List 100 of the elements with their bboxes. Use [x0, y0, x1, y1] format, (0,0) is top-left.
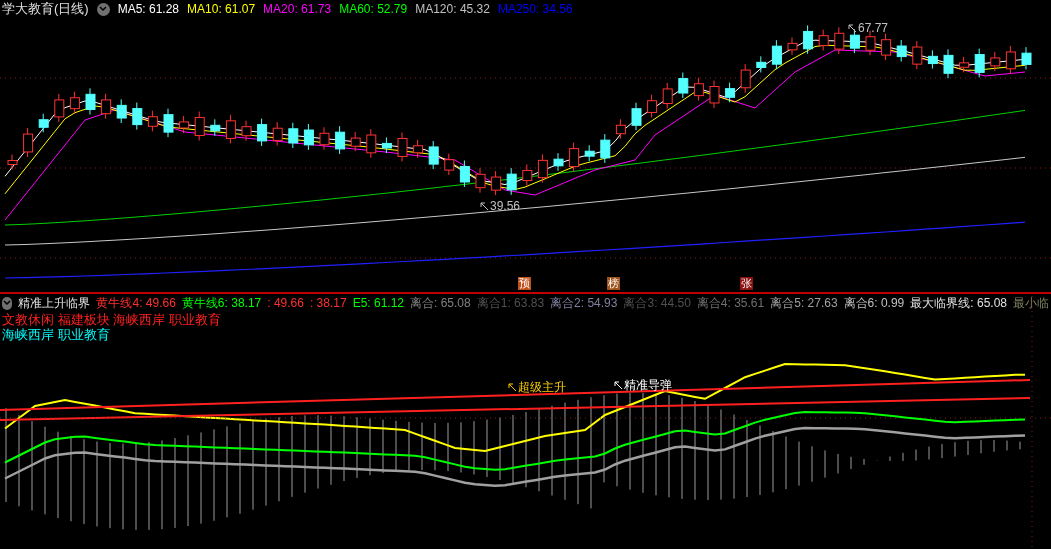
indicator-legend-item: 最大临界线: 65.08 — [910, 295, 1007, 311]
indicator-legend-item: 离合: 65.08 — [410, 295, 471, 311]
stock-title: 学大教育(日线) — [2, 1, 89, 17]
candlestick — [647, 94, 658, 118]
high-price-label: 67.77 — [858, 20, 889, 36]
indicator-legend-item: : 49.66 — [267, 295, 304, 311]
pointer-arrow-icon — [480, 201, 489, 211]
candlestick — [881, 33, 892, 61]
ma-legend-item: MA5: 61.28 — [117, 1, 180, 17]
candlestick — [974, 48, 985, 78]
candlestick — [631, 102, 642, 131]
candlestick — [771, 39, 782, 70]
candlestick — [23, 127, 34, 158]
candlestick — [241, 120, 252, 142]
ma-legend-item: MA20: 61.73 — [263, 1, 332, 17]
candlestick — [959, 56, 970, 73]
indicator-legend-item: 离合5: 27.63 — [770, 295, 838, 311]
candlestick — [147, 110, 158, 132]
ma-legend-item: MA60: 52.79 — [339, 1, 408, 17]
candlestick — [444, 153, 455, 176]
candlestick — [288, 122, 299, 149]
candlestick — [1005, 45, 1016, 75]
candlestick — [725, 82, 736, 103]
collapse-icon[interactable] — [2, 296, 13, 310]
candlestick — [834, 26, 845, 55]
candlestick — [194, 111, 205, 141]
indicator-legend-item: 黄牛线6: 38.17 — [181, 295, 262, 311]
candlestick — [553, 152, 564, 172]
indicator-legend-item: 离合3: 44.50 — [623, 295, 691, 311]
candlestick — [803, 24, 814, 55]
low-price-label: 39.56 — [490, 198, 521, 214]
candlestick — [257, 118, 268, 147]
candlestick — [38, 113, 49, 133]
candlestick — [912, 40, 923, 70]
candlestick — [740, 63, 751, 94]
candlestick — [990, 51, 1001, 72]
ma-legend-item: MA10: 61.07 — [187, 1, 256, 17]
indicator-legend-item: 离合6: 0.99 — [843, 295, 905, 311]
candlestick — [397, 132, 408, 162]
candlestick — [335, 125, 346, 155]
candlestick — [927, 49, 938, 70]
candlestick — [615, 118, 626, 140]
candlestick — [303, 123, 314, 151]
indicator-legend-item: 黄牛线4: 49.66 — [96, 295, 176, 311]
indicator-legend-item: 最小临 — [1013, 295, 1049, 311]
candlestick — [693, 77, 704, 102]
sector-tags: 文教休闲 福建板块 海峡西岸 职业教育 — [0, 312, 223, 327]
candlestick — [865, 30, 876, 56]
signal-marker: 榜 — [607, 277, 620, 290]
candlestick — [506, 167, 517, 196]
indicator-legend-item: 离合2: 54.93 — [550, 295, 618, 311]
candlestick — [85, 87, 96, 115]
candlestick — [475, 167, 486, 194]
candlestick — [678, 72, 689, 99]
signal-marker: 预 — [518, 277, 531, 290]
candlestick — [101, 93, 112, 120]
collapse-icon[interactable] — [96, 2, 110, 16]
indicator-title: 精准上升临界 — [18, 295, 91, 311]
candlestick — [381, 136, 392, 154]
candlestick — [163, 108, 174, 138]
candlestick — [319, 126, 330, 151]
candlestick — [116, 98, 127, 124]
indicator-legend-item: 离合4: 35.61 — [696, 295, 765, 311]
signal-label: 超级主升 — [518, 379, 566, 395]
candlestick — [787, 36, 798, 56]
candlestick — [225, 114, 236, 144]
candlestick — [600, 133, 611, 164]
signal-label: 精准导弹 — [624, 377, 672, 393]
candlestick — [537, 153, 548, 184]
candlestick — [1021, 46, 1032, 70]
candlestick — [179, 115, 190, 134]
indicator-legend-item: : 38.17 — [309, 295, 347, 311]
pointer-arrow-icon — [508, 382, 517, 392]
indicator-legend-item: 离合1: 63.83 — [476, 295, 545, 311]
candlestick — [428, 140, 439, 170]
sector-tags: 海峡西岸 职业教育 — [0, 327, 112, 342]
candlestick — [491, 170, 502, 196]
candlestick — [132, 102, 143, 131]
candlestick — [272, 121, 283, 146]
candlestick — [756, 55, 767, 73]
candlestick — [943, 48, 954, 79]
candlestick — [896, 39, 907, 63]
pointer-arrow-icon — [848, 23, 857, 33]
candlestick — [584, 144, 595, 162]
candlestick — [709, 80, 720, 109]
candlestick — [459, 160, 470, 188]
candlestick — [69, 91, 80, 115]
candlestick — [662, 82, 673, 109]
candlestick — [366, 128, 377, 159]
candlestick — [522, 163, 533, 187]
candlestick — [210, 118, 221, 137]
signal-marker: 张 — [740, 277, 753, 290]
pointer-arrow-icon — [614, 380, 623, 390]
ma-legend-item: MA120: 45.32 — [415, 1, 490, 17]
candlestick — [413, 139, 424, 159]
candlestick — [7, 154, 18, 170]
candlestick — [350, 131, 361, 152]
candlestick — [569, 142, 580, 173]
candlestick — [818, 29, 829, 52]
ma-legend-item: MA250: 34.56 — [497, 1, 573, 17]
